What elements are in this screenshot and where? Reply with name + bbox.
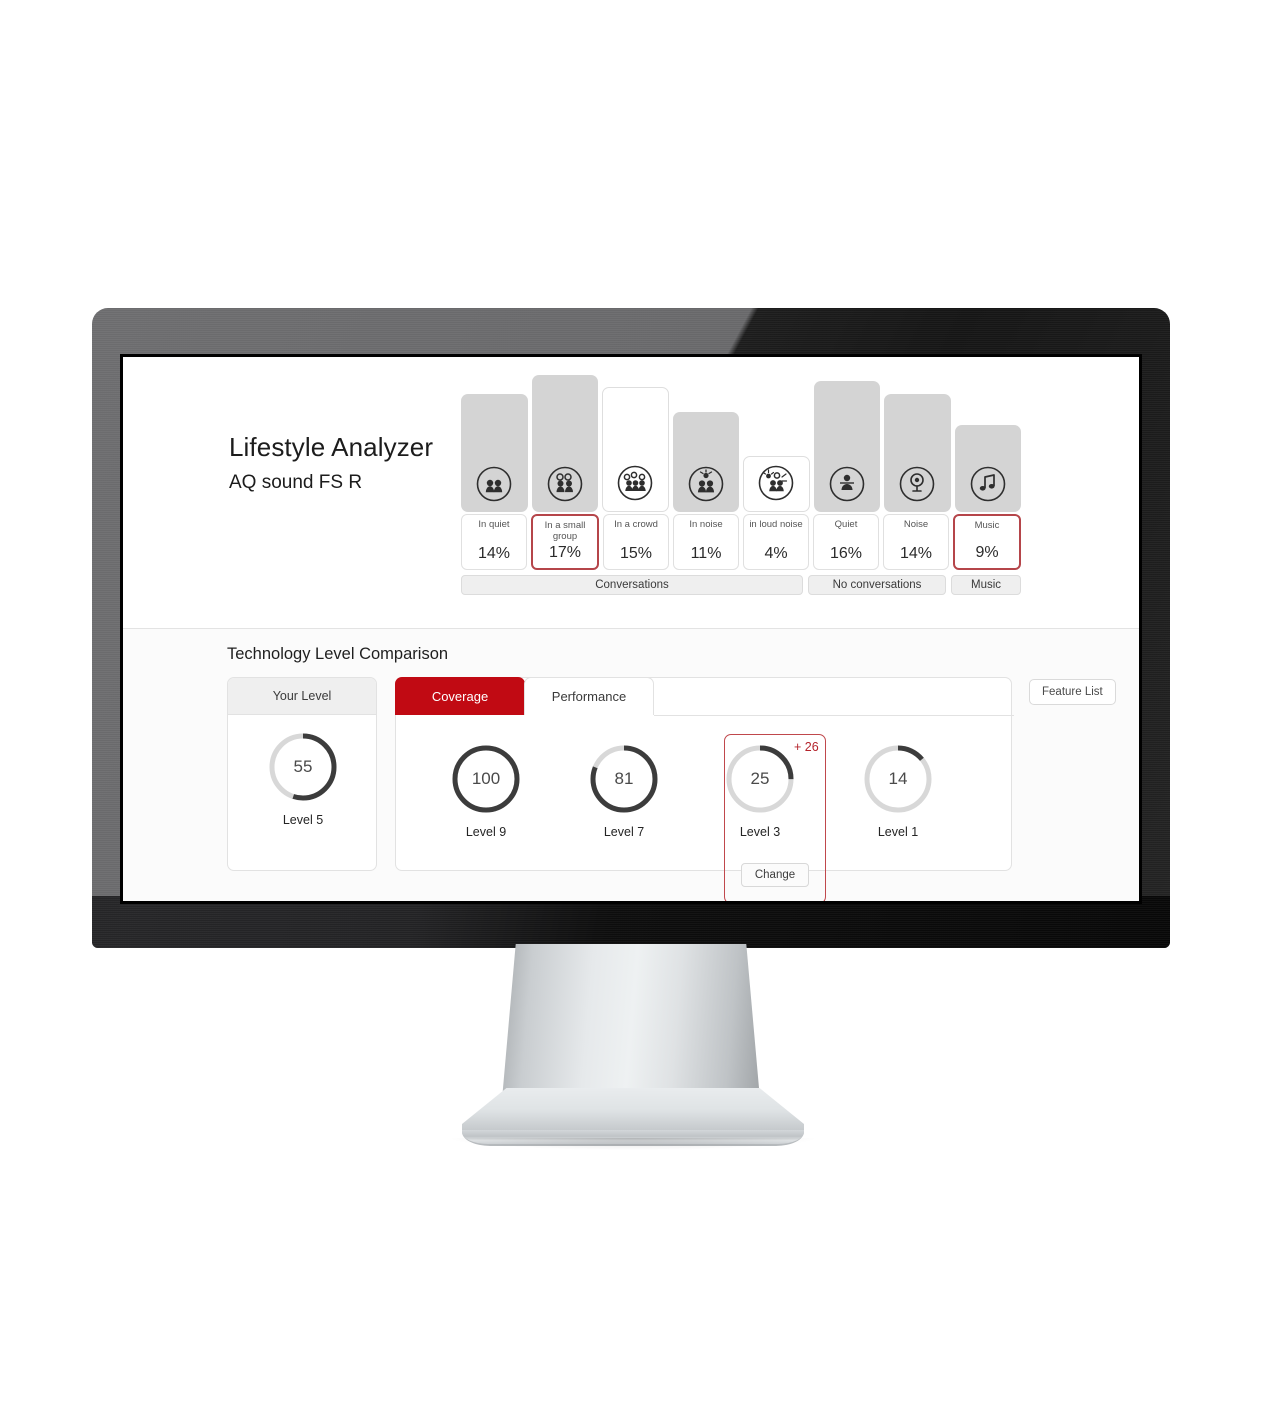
chart-label-percent: 11% (690, 545, 722, 562)
comparison-gauge-1-label: Level 7 (603, 825, 645, 839)
your-level-header: Your Level (228, 678, 376, 715)
monitor-scene: Lifestyle Analyzer AQ sound FS R In quie… (0, 0, 1280, 1421)
chart-label-name: Quiet (834, 519, 858, 530)
chart-bar-column (743, 375, 810, 512)
chart-bar[interactable] (602, 387, 669, 512)
chart-bar-column (461, 375, 528, 512)
chart-label-percent: 14% (477, 545, 511, 562)
chart-bar[interactable] (531, 375, 598, 512)
chart-label-name: In quiet (478, 519, 510, 530)
your-level-gauge-value: 55 (293, 757, 313, 776)
chart-bar-column (531, 375, 598, 512)
technology-level-comparison-panel: Technology Level Comparison Your Level 5… (123, 629, 1139, 901)
comparison-gauge-3-ring[interactable]: 14 (861, 742, 935, 816)
comparison-tabs: Coverage Performance (395, 677, 654, 715)
single-person-quiet-icon (827, 464, 867, 504)
lifestyle-analyzer-panel: Lifestyle Analyzer AQ sound FS R In quie… (123, 357, 1139, 629)
chart-label-cell[interactable]: In quiet 14% (461, 514, 527, 570)
small-group-icon (545, 464, 585, 504)
comparison-gauge-3-value: 14 (888, 769, 908, 788)
your-level-card: Your Level 55 Level 5 (227, 677, 377, 871)
page-title: Lifestyle Analyzer (229, 432, 434, 462)
chart-label-cell[interactable]: Noise 14% (883, 514, 949, 570)
comparison-card: Coverage Performance 100 Level 9 81 Level 7… (395, 677, 1014, 901)
chart-label-name: In a crowd (614, 519, 658, 530)
comparison-gauge-0-label: Level 9 (465, 825, 507, 839)
lifestyle-bar-chart: In quiet 14% In a small group 17% In a crowd… (461, 375, 1021, 615)
chart-label-cell[interactable]: In a small group 17% (531, 514, 599, 570)
chart-label-cell[interactable]: In noise 11% (673, 514, 739, 570)
your-level-gauge: 55 Level 5 (266, 730, 340, 827)
crowd-icon (615, 463, 655, 503)
legend-music[interactable]: Music (951, 575, 1021, 595)
speaker-noise-icon (897, 464, 937, 504)
page-subtitle: AQ sound FS R (229, 472, 363, 493)
chart-label-percent: 4% (764, 545, 788, 562)
your-level-gauge-ring[interactable]: 55 (266, 730, 340, 804)
tab-performance[interactable]: Performance (524, 677, 654, 715)
chart-label-name: Noise (903, 519, 929, 530)
people-in-noise-icon (686, 464, 726, 504)
computer-monitor: Lifestyle Analyzer AQ sound FS R In quie… (92, 308, 1170, 948)
chart-label-cell[interactable]: Quiet 16% (813, 514, 879, 570)
comparison-gauge: 81 Level 7 (587, 742, 661, 839)
chart-label-percent: 15% (619, 545, 653, 562)
comparison-gauge-0-value: 100 (471, 769, 501, 788)
chart-label-percent: 14% (899, 545, 933, 562)
chart-bar[interactable] (461, 394, 528, 512)
legend-no-conversations[interactable]: No conversations (808, 575, 946, 595)
chart-bar[interactable] (743, 456, 810, 512)
chart-bars-row (461, 375, 1021, 512)
chart-bar-column (884, 375, 951, 512)
chart-bar[interactable] (884, 394, 951, 512)
your-level-gauge-label: Level 5 (282, 813, 324, 827)
comparison-gauge: 100 Level 9 (449, 742, 523, 839)
chart-label-cell[interactable]: In a crowd 15% (603, 514, 669, 570)
chart-legend: Conversations No conversations Music (461, 575, 1021, 595)
tab-coverage[interactable]: Coverage (395, 677, 525, 715)
chart-bar-column (813, 375, 880, 512)
chart-label-cell[interactable]: in loud noise 4% (743, 514, 809, 570)
chart-bar[interactable] (672, 412, 739, 512)
chart-bar-column (954, 375, 1021, 512)
chart-bar[interactable] (954, 425, 1021, 512)
comparison-gauge: 14 Level 1 (861, 742, 935, 839)
change-button[interactable]: Change (741, 863, 809, 887)
comparison-gauge-1-value: 81 (614, 769, 634, 788)
tab-underline (654, 715, 1014, 716)
chart-label-name: in loud noise (749, 519, 803, 530)
chart-label-name: In a small group (544, 520, 586, 542)
section-title: Technology Level Comparison (227, 645, 449, 663)
chart-bar-column (672, 375, 739, 512)
comparison-gauge-1-ring[interactable]: 81 (587, 742, 661, 816)
music-note-icon (968, 464, 1008, 504)
screen-frame: Lifestyle Analyzer AQ sound FS R In quie… (120, 354, 1142, 904)
monitor-stand-shadow (452, 1138, 814, 1150)
delta-badge: + 26 (794, 740, 819, 754)
comparison-gauge-0-ring[interactable]: 100 (449, 742, 523, 816)
chart-label-cell[interactable]: Music 9% (953, 514, 1021, 570)
chart-labels-row: In quiet 14% In a small group 17% In a crowd… (461, 514, 1021, 570)
chart-label-percent: 9% (975, 544, 999, 561)
chart-bar[interactable] (813, 381, 880, 512)
feature-list-button[interactable]: Feature List (1029, 679, 1116, 705)
comparison-gauge-3-label: Level 1 (877, 825, 919, 839)
chart-label-name: In noise (689, 519, 723, 530)
chart-label-percent: 16% (829, 545, 863, 562)
people-in-loud-noise-icon (756, 463, 796, 503)
two-people-quiet-icon (474, 464, 514, 504)
title-block: Lifestyle Analyzer AQ sound FS R (229, 432, 433, 494)
chart-label-name: Music (974, 520, 1000, 531)
legend-conversations[interactable]: Conversations (461, 575, 803, 595)
chart-label-percent: 17% (548, 544, 582, 561)
chart-bar-column (602, 375, 669, 512)
screen: Lifestyle Analyzer AQ sound FS R In quie… (123, 357, 1139, 901)
